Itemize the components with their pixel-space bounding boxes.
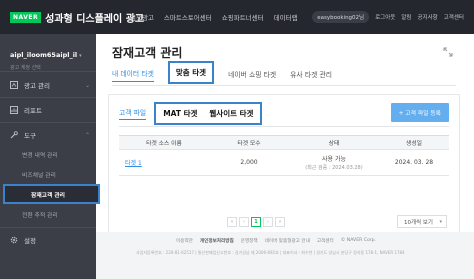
sidebar-item-label: 도구 [24,132,36,140]
top-nav-shopping-partner[interactable]: 쇼핑파트너센터 [222,12,264,22]
logout-link[interactable]: 로그아웃 [375,13,395,21]
sidebar-item-tools[interactable]: 도구 ⌃ [0,126,96,144]
sidebar-sub-biz-channel[interactable]: 비즈채널 관리 [0,164,96,184]
sidebar-sub-audience[interactable]: 잠재고객 관리 [3,184,100,204]
page-title: 잠재고객 관리 [112,46,183,60]
top-nav-search-ads[interactable]: 검색광고 [130,12,154,22]
account-sub: 광고 계정 선택 [10,65,41,71]
top-bar: NAVER 성과형 디스플레이 광고 검색광고 스마트스토어센터 쇼핑파트너센터… [0,0,474,34]
notifications-link[interactable]: 알림 [401,13,411,21]
divider [112,85,456,86]
footer-help-link[interactable]: 고객센터 [317,238,334,244]
tool-icon [10,131,18,139]
column-header: 타겟 소스 이름 [119,135,209,150]
sidebar-item-report[interactable]: 리포트 [0,101,96,119]
per-page-select[interactable]: 10개씩 보기 ▾ [397,215,447,228]
next-page-icon[interactable]: › [263,217,273,227]
sidebar: aipl_iloom65aipl_il ▾ 광고 계정 선택 광고 관리 ⌄ 리포… [0,34,100,279]
footer-privacy-link[interactable]: 개인정보처리방침 [200,238,234,244]
pagination: « ‹ 1 › » [227,217,287,227]
sidebar-item-label: 리포트 [24,107,42,115]
column-header: 타겟 모수 [209,135,289,150]
chevron-down-icon: ▾ [79,53,82,59]
highlighted-subtabs: MAT 타겟 웹사이트 타겟 [154,101,263,125]
prev-page-icon[interactable]: ‹ [239,217,249,227]
sidebar-sub-change-history[interactable]: 변경 내역 관리 [0,144,96,164]
footer-business-info: 사업자등록번호 : 220-81-62517 | 통신판매업신고번호 : 경기성… [136,250,405,255]
status-cell: 사용 가능 (최근 검증 : 2024.03.28) [289,149,379,176]
subtab-customer-file[interactable]: 고객 파일 [119,107,147,120]
sidebar-sub-conversion-tracking[interactable]: 전환 추적 관리 [0,204,96,224]
status-text: 사용 가능 [322,156,346,163]
top-nav-smartstore[interactable]: 스마트스토어센터 [164,12,212,22]
column-header: 상태 [289,135,379,150]
footer-custom-ads-link[interactable]: 네이버 맞춤형광고 안내 [265,238,310,244]
chevron-down-icon: ⌄ [84,81,90,89]
status-verified-date: (최근 검증 : 2024.03.28) [305,165,363,171]
target-name-cell: 타겟 1 [119,149,209,176]
naver-logo[interactable]: NAVER [10,11,42,23]
user-account[interactable]: easybooking02님 [312,11,370,23]
sidebar-item-label: 설정 [24,237,36,245]
sidebar-item-settings[interactable]: 설정 [0,231,96,249]
tab-custom-target[interactable]: 맞춤 타겟 [167,61,215,84]
tab-lookalike-target[interactable]: 유사 타겟 관리 [290,69,332,82]
first-page-icon[interactable]: « [227,217,237,227]
tab-bar: 내 데이터 타겟 맞춤 타겟 네이버 쇼핑 타겟 유사 타겟 관리 [112,61,346,84]
target-count-cell: 2,000 [209,149,289,176]
footer: 이용약관 개인정보처리방침 운영정책 네이버 맞춤형광고 안내 고객센터 © N… [96,232,474,279]
tab-naver-shopping-target[interactable]: 네이버 쇼핑 타겟 [228,69,276,82]
divider [0,97,96,98]
help-center-link[interactable]: 고객센터 [444,13,464,21]
sidebar-item-ads[interactable]: 광고 관리 ⌄ [0,76,96,94]
account-selector[interactable]: aipl_iloom65aipl_il ▾ 광고 계정 선택 [0,34,96,72]
target-table: 타겟 소스 이름 타겟 모수 상태 생성일 타겟 1 2,000 사용 가능 (… [119,135,449,176]
top-nav-datalab[interactable]: 데이터랩 [274,12,298,22]
register-customer-file-button[interactable]: + 고객 파일 등록 [390,103,449,122]
created-date-cell: 2024. 03. 28 [379,149,449,176]
expand-icon[interactable] [442,46,454,58]
footer-terms-link[interactable]: 이용약관 [176,238,193,244]
table-row: 타겟 1 2,000 사용 가능 (최근 검증 : 2024.03.28) 20… [119,149,449,176]
table-header-row: 타겟 소스 이름 타겟 모수 상태 생성일 [119,135,449,150]
per-page-value: 10개씩 보기 [404,219,433,226]
footer-policy-link[interactable]: 운영정책 [241,238,258,244]
ad-icon [10,81,18,89]
chevron-down-icon: ▾ [439,218,442,225]
subtab-website-target[interactable]: 웹사이트 타겟 [209,108,253,119]
notice-link[interactable]: 공지사항 [418,13,438,21]
top-nav: 검색광고 스마트스토어센터 쇼핑파트너센터 데이터랩 [130,0,308,34]
gear-icon [10,236,18,244]
account-id: aipl_iloom65aipl_il [10,51,78,59]
report-icon [10,106,18,114]
divider [0,122,96,123]
page-number[interactable]: 1 [251,217,261,227]
sidebar-item-label: 광고 관리 [24,82,50,90]
column-header: 생성일 [379,135,449,150]
footer-copyright: © NAVER Corp. [340,238,377,243]
target-name-link[interactable]: 타겟 1 [125,160,142,167]
content-card: 고객 파일 MAT 타겟 웹사이트 타겟 + 고객 파일 등록 타겟 소스 이름… [108,94,460,244]
chevron-up-icon: ⌃ [84,131,90,139]
subtab-mat-target[interactable]: MAT 타겟 [163,108,197,119]
divider [119,126,449,127]
tab-my-data-target[interactable]: 내 데이터 타겟 [112,68,154,82]
subtab-bar: 고객 파일 MAT 타겟 웹사이트 타겟 [119,101,263,125]
footer-links: 이용약관 개인정보처리방침 운영정책 네이버 맞춤형광고 안내 고객센터 © N… [176,238,383,244]
divider [0,227,96,228]
top-utilities: easybooking02님 로그아웃 알림 공지사항 고객센터 [312,0,470,34]
last-page-icon[interactable]: » [275,217,285,227]
